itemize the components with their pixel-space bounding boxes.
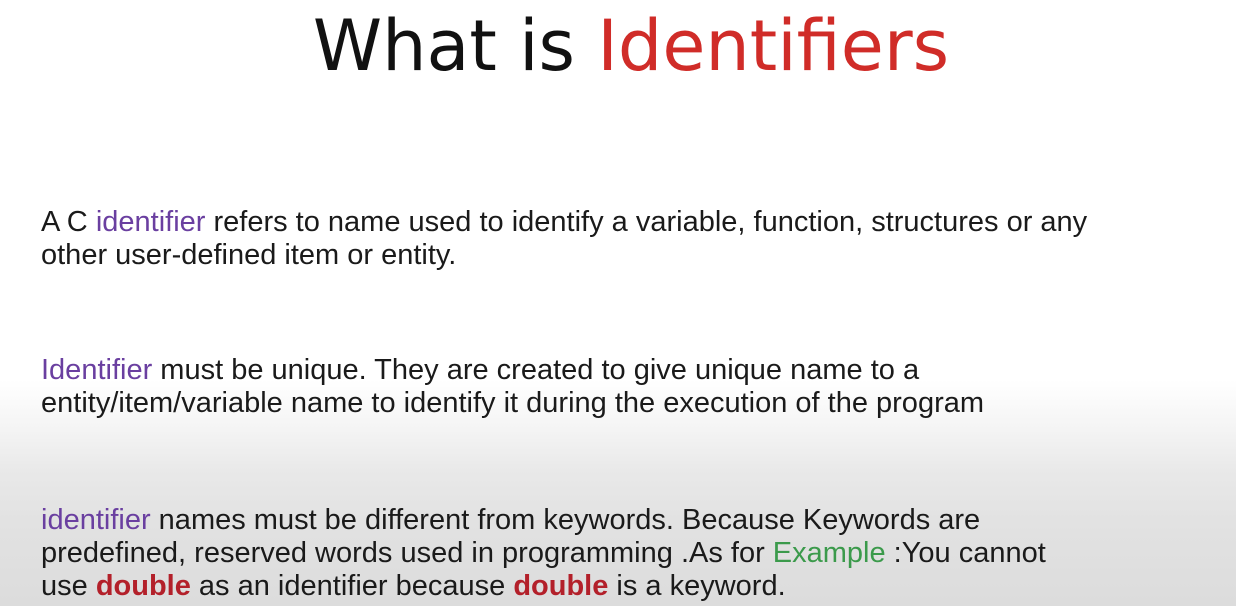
term-identifier: identifier: [95, 206, 206, 238]
text-fragment: names must be different from keywords. B…: [150, 504, 981, 536]
text-fragment: :You cannot: [885, 537, 1046, 569]
paragraph-uniqueness: Identifier must be unique. They are crea…: [41, 354, 984, 420]
text-fragment: predefined, reserved words used in progr…: [41, 537, 773, 569]
text-fragment: A C: [41, 206, 96, 238]
keyword-double: double: [95, 570, 191, 602]
paragraph-keywords: identifier names must be different from …: [41, 504, 1046, 603]
term-identifier: identifier: [41, 504, 151, 536]
text-fragment: use: [41, 570, 96, 602]
title-accent: Identifiers: [597, 5, 950, 87]
paragraph-definition: A C identifier refers to name used to id…: [41, 206, 1087, 272]
term-example: Example: [772, 537, 886, 569]
paragraph-uniqueness-line-2: entity/item/variable name to identify it…: [41, 387, 985, 419]
paragraph-uniqueness-line-1: Identifier must be unique. They are crea…: [41, 354, 984, 387]
term-identifier: Identifier: [41, 354, 153, 386]
paragraph-definition-line-1: A C identifier refers to name used to id…: [41, 206, 1087, 239]
keyword-double: double: [513, 570, 609, 602]
title-prefix: What is: [312, 5, 598, 87]
paragraph-definition-line-2: other user-defined item or entity.: [41, 239, 457, 271]
text-fragment: is a keyword.: [608, 570, 786, 602]
text-fragment: as an identifier because: [190, 570, 514, 602]
paragraph-keywords-line-3: use double as an identifier because doub…: [41, 570, 1046, 603]
paragraph-keywords-line-2: predefined, reserved words used in progr…: [41, 537, 1046, 570]
text-fragment: must be unique. They are created to give…: [152, 354, 920, 386]
text-fragment: refers to name used to identify a variab…: [205, 206, 1088, 238]
paragraph-keywords-line-1: identifier names must be different from …: [41, 504, 1046, 537]
slide-title: What is Identifiers: [0, 0, 1236, 96]
